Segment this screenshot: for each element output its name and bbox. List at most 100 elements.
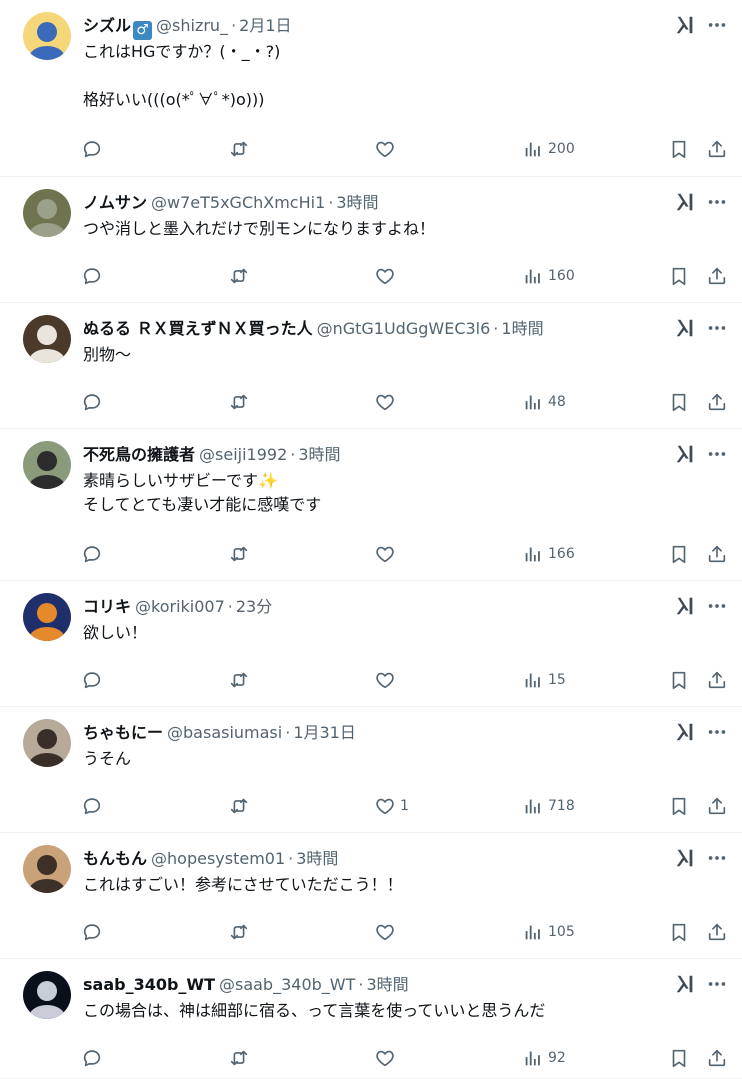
reply-button[interactable] [81,1041,103,1075]
reply-button[interactable] [81,789,103,823]
reply-button[interactable] [81,537,103,571]
display-name[interactable]: シズル [83,16,131,35]
views-button[interactable]: 48 [522,385,566,419]
like-button[interactable] [374,1041,396,1075]
timestamp[interactable]: 1月31日 [293,723,356,742]
like-button[interactable] [374,915,396,949]
reply-button[interactable] [81,259,103,293]
share-button[interactable] [706,915,728,949]
more-options-icon[interactable] [706,973,728,995]
display-name[interactable]: 不死鳥の擁護者 [83,445,195,464]
timestamp[interactable]: 2月1日 [239,16,291,35]
retweet-button[interactable] [228,132,250,166]
like-button[interactable] [374,537,396,571]
user-handle[interactable]: @shizru_ [156,16,228,35]
avatar[interactable] [23,441,71,489]
views-button[interactable]: 160 [522,259,575,293]
timestamp[interactable]: 1時間 [501,319,543,338]
bookmark-button[interactable] [668,789,690,823]
retweet-icon [228,543,250,565]
grok-icon[interactable] [674,191,696,213]
retweet-button[interactable] [228,915,250,949]
user-handle[interactable]: @seiji1992 [199,445,287,464]
grok-icon[interactable] [674,847,696,869]
like-button[interactable] [374,259,396,293]
views-button[interactable]: 718 [522,789,575,823]
bookmark-button[interactable] [668,259,690,293]
grok-icon[interactable] [674,721,696,743]
avatar[interactable] [23,719,71,767]
bookmark-button[interactable] [668,1041,690,1075]
timestamp[interactable]: 3時間 [298,445,340,464]
like-button[interactable] [374,132,396,166]
bookmark-button[interactable] [668,663,690,697]
heart-icon [374,669,396,691]
bookmark-button[interactable] [668,537,690,571]
more-options-icon[interactable] [706,191,728,213]
views-button[interactable]: 166 [522,537,575,571]
more-options-icon[interactable] [706,847,728,869]
share-button[interactable] [706,385,728,419]
bookmark-button[interactable] [668,132,690,166]
grok-icon[interactable] [674,973,696,995]
display-name[interactable]: ノムサン [83,193,147,212]
like-button[interactable] [374,385,396,419]
more-options-icon[interactable] [706,14,728,36]
retweet-button[interactable] [228,385,250,419]
display-name[interactable]: コリキ [83,597,131,616]
retweet-button[interactable] [228,789,250,823]
display-name[interactable]: saab_340b_WT [83,975,215,994]
timestamp[interactable]: 3時間 [366,975,408,994]
views-button[interactable]: 200 [522,132,575,166]
share-button[interactable] [706,663,728,697]
display-name[interactable]: ぬるる ＲＸ買えずＮＸ買った人 [83,319,313,338]
reply-button[interactable] [81,915,103,949]
timestamp[interactable]: 3時間 [296,849,338,868]
share-button[interactable] [706,1041,728,1075]
retweet-button[interactable] [228,663,250,697]
retweet-button[interactable] [228,537,250,571]
user-handle[interactable]: @saab_340b_WT [219,975,355,994]
avatar[interactable] [23,845,71,893]
grok-icon[interactable] [674,317,696,339]
avatar[interactable] [23,12,71,60]
timestamp[interactable]: 23分 [236,597,272,616]
more-options-icon[interactable] [706,443,728,465]
views-button[interactable]: 92 [522,1041,566,1075]
reply-button[interactable] [81,663,103,697]
grok-icon[interactable] [674,14,696,36]
avatar[interactable] [23,971,71,1019]
reply-button[interactable] [81,132,103,166]
more-options-icon[interactable] [706,595,728,617]
views-button[interactable]: 15 [522,663,566,697]
share-button[interactable] [706,132,728,166]
user-handle[interactable]: @basasiumasi [167,723,282,742]
more-options-icon[interactable] [706,317,728,339]
avatar[interactable] [23,189,71,237]
share-button[interactable] [706,789,728,823]
like-button[interactable] [374,663,396,697]
views-button[interactable]: 105 [522,915,575,949]
retweet-button[interactable] [228,1041,250,1075]
grok-icon[interactable] [674,595,696,617]
timestamp[interactable]: 3時間 [336,193,378,212]
user-handle[interactable]: @nGtG1UdGgWEC3l6 [317,319,491,338]
user-handle[interactable]: @w7eT5xGChXmcHi1 [151,193,325,212]
avatar[interactable] [23,315,71,363]
display-name[interactable]: ちゃもにー [83,723,163,742]
action-bar: 48 [70,385,732,419]
share-button[interactable] [706,537,728,571]
avatar[interactable] [23,593,71,641]
grok-icon[interactable] [674,443,696,465]
user-handle[interactable]: @koriki007 [135,597,225,616]
display-name[interactable]: もんもん [83,849,147,868]
share-button[interactable] [706,259,728,293]
user-handle[interactable]: @hopesystem01 [151,849,285,868]
reply-button[interactable] [81,385,103,419]
bookmark-button[interactable] [668,385,690,419]
retweet-button[interactable] [228,259,250,293]
more-options-icon[interactable] [706,721,728,743]
heart-icon [374,138,396,160]
like-button[interactable]: 1 [374,789,409,823]
bookmark-button[interactable] [668,915,690,949]
